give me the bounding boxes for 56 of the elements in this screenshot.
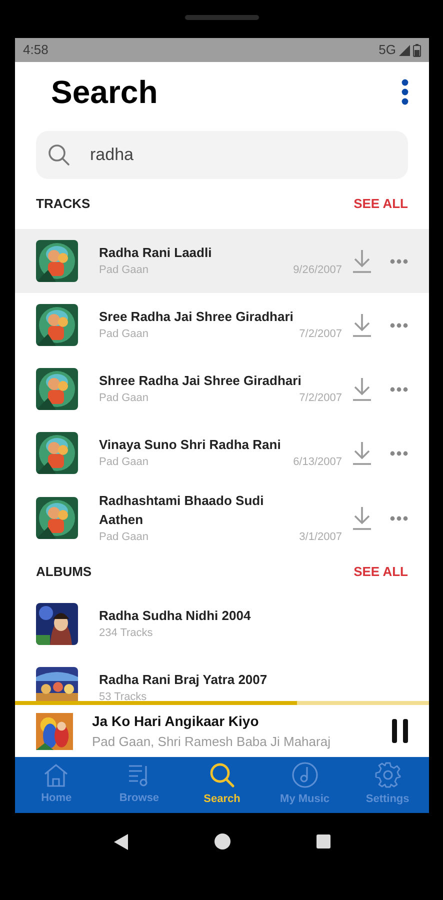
network-label: 5G	[378, 41, 396, 60]
section-heading: ALBUMS	[36, 562, 92, 581]
progress-track[interactable]	[15, 701, 429, 705]
settings-icon	[374, 762, 401, 788]
track-date: 7/2/2007	[299, 391, 342, 406]
now-playing-artist: Pad Gaan, Shri Ramesh Baba Ji Maharaj	[92, 732, 332, 751]
track-artist: Pad Gaan	[99, 391, 149, 406]
search-input[interactable]: radha	[90, 142, 370, 168]
download-icon[interactable]	[352, 506, 372, 530]
pause-icon[interactable]	[391, 719, 409, 743]
track-date: 6/13/2007	[293, 455, 342, 470]
track-title: Radhashtami Bhaado Sudi Aathen	[99, 492, 265, 529]
search-icon	[48, 144, 70, 166]
see-all-link[interactable]: SEE ALL	[354, 562, 408, 582]
status-time: 4:58	[23, 41, 48, 60]
recents-icon[interactable]	[316, 834, 330, 849]
more-icon[interactable]	[390, 450, 408, 456]
music-note-icon	[292, 762, 318, 788]
track-artist: Pad Gaan	[99, 530, 149, 545]
search-bar[interactable]: radha	[36, 131, 408, 179]
album-track-count: 234 Tracks	[99, 626, 154, 641]
signal-icon	[399, 44, 410, 56]
back-icon[interactable]	[112, 832, 128, 850]
track-title: Radha Rani Laadli	[99, 244, 213, 262]
track-date: 9/26/2007	[293, 263, 342, 278]
now-playing-title: Ja Ko Hari Angikaar Kiyo	[92, 712, 260, 731]
see-all-link[interactable]: SEE ALL	[354, 194, 408, 214]
track-date: 7/2/2007	[299, 327, 342, 342]
album-track-count: 53 Tracks	[99, 690, 148, 701]
download-icon[interactable]	[352, 313, 372, 337]
track-artist: Pad Gaan	[99, 455, 149, 470]
section-heading: TRACKS	[36, 195, 90, 214]
home-icon	[43, 763, 70, 788]
album-title: Radha Rani Braj Yatra 2007	[99, 670, 268, 689]
track-title: Vinaya Suno Shri Radha Rani	[99, 436, 282, 454]
tab[interactable]: Search	[180, 757, 264, 813]
download-icon[interactable]	[352, 441, 372, 465]
track-title: Shree Radha Jai Shree Giradhari	[99, 372, 302, 390]
more-icon[interactable]	[390, 386, 408, 392]
track-artist: Pad Gaan	[99, 263, 149, 278]
battery-icon	[413, 44, 421, 56]
download-icon[interactable]	[352, 377, 372, 401]
track-title: Sree Radha Jai Shree Giradhari	[99, 308, 294, 326]
search-icon	[208, 762, 235, 788]
more-icon[interactable]	[390, 258, 408, 264]
album-title: Radha Sudha Nidhi 2004	[99, 606, 251, 624]
more-icon[interactable]	[390, 322, 408, 328]
more-options-icon[interactable]	[401, 79, 409, 105]
track-artist: Pad Gaan	[99, 327, 149, 342]
more-icon[interactable]	[390, 516, 408, 521]
album-row[interactable]: Radha Sudha Nidhi 2004 234 Tracks	[15, 592, 429, 656]
download-icon[interactable]	[352, 249, 372, 273]
track-date: 3/1/2007	[299, 530, 342, 545]
home-icon[interactable]	[214, 833, 230, 850]
track-row[interactable]: Radha Rani Laadli Pad Gaan 9/26/2007	[15, 229, 429, 293]
page-title: Search	[51, 73, 158, 112]
